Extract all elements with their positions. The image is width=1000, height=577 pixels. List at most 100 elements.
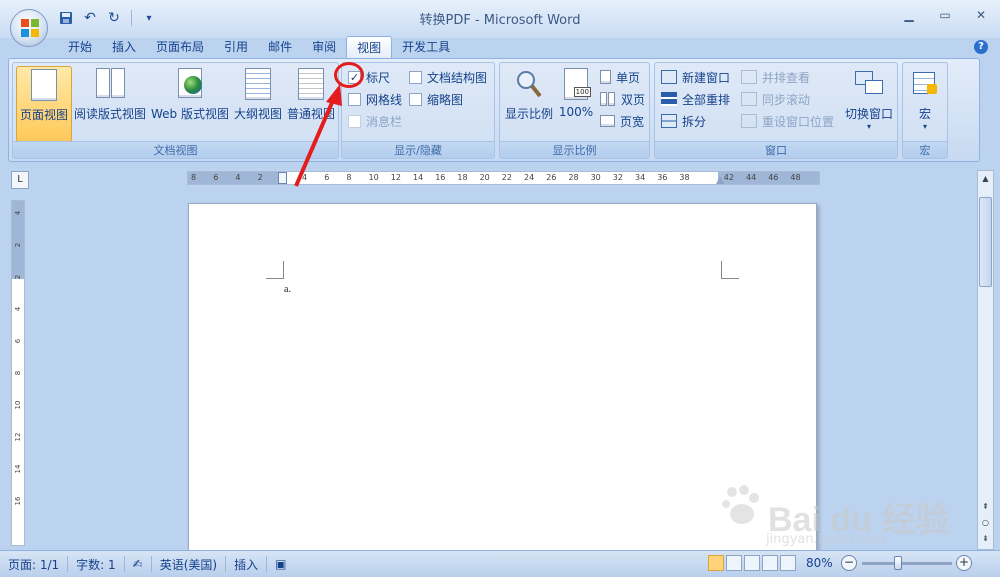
macros-icon: [909, 68, 941, 100]
tab-page-layout[interactable]: 页面布局: [146, 36, 214, 58]
macros-dropdown-icon: ▾: [922, 122, 927, 131]
ruler-tick-label: 6: [14, 338, 22, 344]
new-window-button[interactable]: 新建窗口: [661, 67, 730, 87]
ribbon: 页面视图 阅读版式视图 Web 版式视图 大纲视图 普通视图 文档视图 ✓ 标尺…: [8, 58, 980, 162]
outline-view-icon[interactable]: [762, 555, 778, 571]
ruler-tick-label: 16: [14, 496, 22, 506]
zoom-slider-track[interactable]: [862, 562, 952, 565]
help-icon[interactable]: ?: [974, 40, 988, 54]
new-window-icon: [661, 70, 677, 84]
zoom-100-label: 100%: [558, 105, 594, 119]
tab-review[interactable]: 审阅: [302, 36, 346, 58]
split-button[interactable]: 拆分: [661, 111, 706, 131]
prev-page-icon[interactable]: ⇞: [978, 499, 993, 515]
reset-position-icon: [741, 114, 757, 128]
message-bar-label: 消息栏: [366, 114, 403, 129]
ruler-tick-label: 34: [635, 173, 646, 182]
tab-developer[interactable]: 开发工具: [392, 36, 460, 58]
ruler-tick-label: 2: [14, 274, 22, 280]
ruler-tick-label: 2: [14, 242, 22, 248]
ruler-tick-label: 4: [235, 173, 241, 182]
arrange-all-label: 全部重排: [682, 92, 731, 107]
reading-layout-view-icon[interactable]: [726, 555, 742, 571]
next-page-icon[interactable]: ⇟: [978, 531, 993, 547]
macros-button[interactable]: 宏 ▾: [905, 66, 945, 142]
switch-windows-button[interactable]: 切换窗口 ▾: [843, 66, 895, 142]
thumbnails-label: 缩略图: [427, 92, 464, 107]
ruler-tick-label: 8: [14, 370, 22, 376]
ruler-tick-label: 26: [546, 173, 557, 182]
ruler-tick-label: 10: [368, 173, 379, 182]
ruler-tick-label: 4: [14, 306, 22, 312]
document-paragraph[interactable]: a.: [284, 284, 291, 295]
one-page-button[interactable]: 单页: [600, 67, 640, 87]
language[interactable]: 英语(美国): [152, 556, 225, 573]
close-icon[interactable]: ✕: [970, 6, 992, 24]
zoom-100-button[interactable]: 100 100%: [556, 66, 596, 142]
word-count[interactable]: 字数: 1: [68, 556, 124, 573]
group-label-macros: 宏: [903, 141, 947, 158]
crop-mark-top-right: [721, 261, 739, 279]
outline-view-button[interactable]: 大纲视图: [233, 66, 283, 142]
web-view-button[interactable]: Web 版式视图: [149, 66, 231, 142]
vertical-scrollbar[interactable]: ▲ ⇞ ○ ⇟: [977, 170, 994, 550]
ruler-tick-label: 38: [679, 173, 690, 182]
page-view-button[interactable]: 页面视图: [16, 66, 72, 142]
window-title: 转换PDF - Microsoft Word: [419, 13, 581, 28]
page-width-button[interactable]: 页宽: [600, 111, 644, 131]
gridlines-label: 网格线: [366, 92, 403, 107]
vertical-ruler[interactable]: 4 2 2 4 6 8 10 12 14 16: [11, 200, 25, 546]
magnifier-icon: [517, 71, 542, 98]
zoom-level[interactable]: 80%: [806, 556, 833, 570]
ruler-tick-label: 48: [790, 173, 801, 182]
proofing-icon[interactable]: ✍: [125, 557, 151, 571]
zoom-button[interactable]: 显示比例: [503, 66, 555, 142]
web-view-label: Web 版式视图: [151, 107, 229, 121]
group-window: 新建窗口 全部重排 拆分 并排查看 同步滚动 重设窗口位置 切换窗口 ▾ 窗口: [654, 62, 898, 159]
doc-map-check-icon: [409, 70, 422, 84]
tab-selector[interactable]: L: [11, 171, 29, 189]
tab-home[interactable]: 开始: [58, 36, 102, 58]
scroll-thumb[interactable]: [979, 197, 992, 287]
ribbon-tabs: 开始 插入 页面布局 引用 邮件 审阅 视图 开发工具: [58, 36, 460, 58]
ruler-tick-label: 10: [14, 400, 22, 410]
ruler-tick-label: 18: [457, 173, 468, 182]
draft-view-icon[interactable]: [780, 555, 796, 571]
ruler-label: 标尺: [366, 70, 391, 85]
arrange-all-button[interactable]: 全部重排: [661, 89, 730, 109]
ruler-tick-label: 24: [524, 173, 535, 182]
insert-mode[interactable]: 插入: [226, 556, 266, 573]
zoom-out-icon[interactable]: −: [841, 555, 857, 571]
ruler-tick-label: 22: [501, 173, 512, 182]
reading-view-button[interactable]: 阅读版式视图: [74, 66, 146, 142]
ruler-tick-label: 14: [14, 464, 22, 474]
tab-insert[interactable]: 插入: [102, 36, 146, 58]
switch-windows-icon: [853, 68, 885, 100]
macro-record-icon[interactable]: ▣: [267, 557, 294, 571]
tab-view[interactable]: 视图: [346, 36, 393, 58]
tab-references[interactable]: 引用: [214, 36, 258, 58]
scroll-up-icon[interactable]: ▲: [978, 171, 993, 187]
ruler-tick-label: 4: [14, 210, 22, 216]
doc-map-checkbox[interactable]: 文档结构图: [409, 67, 487, 87]
page-count[interactable]: 页面: 1/1: [0, 556, 67, 573]
two-pages-label: 双页: [621, 92, 646, 107]
paw-logo-icon: [722, 485, 759, 524]
web-view-icon: [174, 68, 206, 100]
office-button[interactable]: [10, 9, 48, 47]
right-indent-marker-icon[interactable]: [716, 176, 724, 184]
minimize-icon[interactable]: ▁: [898, 6, 920, 24]
zoom-in-icon[interactable]: +: [956, 555, 972, 571]
arrange-all-icon: [661, 92, 677, 106]
thumbnails-checkbox[interactable]: 缩略图: [409, 89, 463, 109]
web-layout-view-icon[interactable]: [744, 555, 760, 571]
two-pages-button[interactable]: 双页: [600, 89, 645, 109]
zoom-slider-thumb[interactable]: [894, 556, 902, 570]
browse-object-icon[interactable]: ○: [978, 515, 993, 531]
reading-view-label: 阅读版式视图: [74, 107, 147, 121]
new-window-label: 新建窗口: [682, 70, 731, 85]
annotation-arrow-icon: [294, 84, 342, 187]
tab-mailings[interactable]: 邮件: [258, 36, 302, 58]
print-layout-view-icon[interactable]: [708, 555, 724, 571]
restore-icon[interactable]: ▭: [934, 6, 956, 24]
